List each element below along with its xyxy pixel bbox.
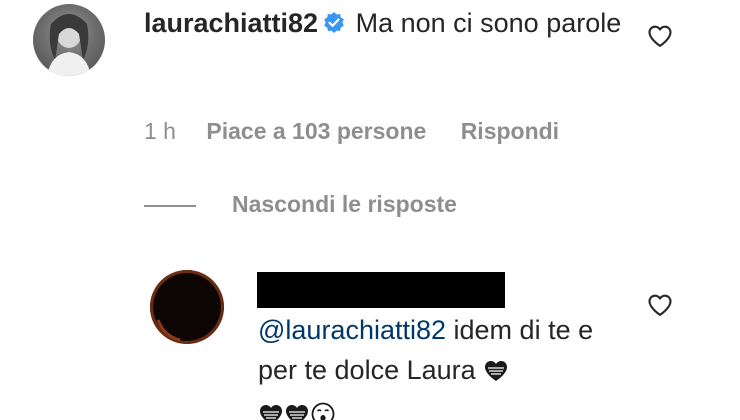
comment-text: Ma non ci sono parole bbox=[355, 8, 622, 38]
comment-timestamp: 1 h bbox=[144, 118, 176, 144]
reply-avatar[interactable] bbox=[150, 270, 224, 344]
comment-meta: 1 h Piace a 103 persone Rispondi bbox=[144, 113, 559, 149]
avatar[interactable] bbox=[33, 4, 105, 76]
reply-button[interactable]: Rispondi bbox=[461, 113, 559, 149]
like-heart-icon[interactable] bbox=[646, 22, 674, 50]
comment-username[interactable]: laurachiatti82 bbox=[144, 8, 318, 38]
hide-replies-button[interactable]: Nascondi le risposte bbox=[144, 186, 457, 222]
black-heart-icon bbox=[258, 398, 284, 420]
hide-replies-label: Nascondi le risposte bbox=[232, 191, 457, 217]
redacted-username bbox=[257, 272, 505, 308]
verified-badge-icon bbox=[322, 6, 346, 46]
mention-link[interactable]: @laurachiatti82 bbox=[258, 315, 446, 345]
comment-likes-count[interactable]: Piace a 103 persone bbox=[206, 113, 426, 149]
profile-photo-icon bbox=[154, 274, 220, 342]
comment-body: laurachiatti82 Ma non ci sono parole bbox=[144, 3, 634, 46]
comment-thread: laurachiatti82 Ma non ci sono parole 1 h… bbox=[0, 0, 740, 420]
divider-line bbox=[144, 204, 196, 207]
like-heart-icon[interactable] bbox=[646, 291, 674, 319]
profile-photo-icon bbox=[47, 14, 91, 76]
black-heart-icon bbox=[483, 354, 509, 394]
reply-body: @laurachiatti82 idem di te e per te dolc… bbox=[258, 310, 638, 420]
face-icon bbox=[310, 398, 336, 420]
black-heart-icon bbox=[284, 398, 310, 420]
